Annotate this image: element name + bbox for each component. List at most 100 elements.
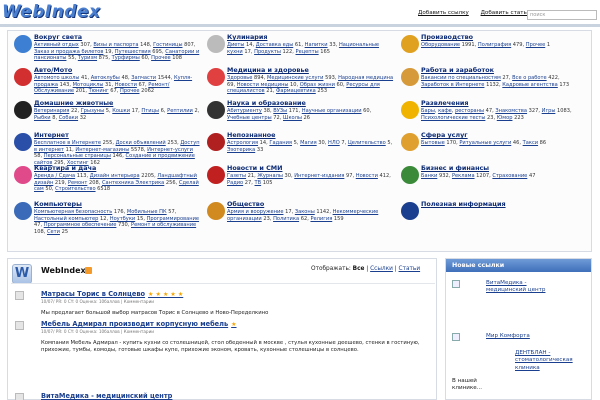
subcategory-link[interactable]: Народная медицина bbox=[338, 75, 393, 81]
subcategory-link[interactable]: Здоровье bbox=[227, 75, 252, 81]
subcategory-link[interactable]: Интернет-издания bbox=[294, 173, 344, 179]
chef-icon[interactable] bbox=[207, 35, 225, 53]
phone-icon[interactable] bbox=[401, 133, 419, 151]
subcategory-link[interactable]: Туризм bbox=[78, 55, 97, 61]
subcategory-list[interactable]: Банки 932, Реклама 1207, Страхование 47 bbox=[421, 173, 589, 180]
category-title[interactable]: Медицина и здоровье bbox=[227, 66, 395, 74]
site-logo[interactable]: WebIndex bbox=[2, 2, 100, 23]
sidebar-link[interactable]: ВитаМедика - медицинский центр bbox=[486, 280, 546, 295]
rss-icon[interactable] bbox=[85, 267, 92, 274]
category-title[interactable]: Квартира и дача bbox=[34, 164, 202, 172]
subcategory-link[interactable]: Абитуриенту bbox=[227, 108, 262, 114]
category-title[interactable]: Полезная информация bbox=[421, 200, 589, 208]
subcategory-link[interactable]: Персональные страницы bbox=[44, 153, 111, 159]
subcategory-link[interactable]: Знакомства bbox=[495, 108, 527, 114]
subcategory-link[interactable]: Продукты bbox=[254, 49, 281, 55]
add-link-link[interactable]: Добавить ссылку bbox=[418, 10, 469, 16]
subcategory-link[interactable]: Прочее bbox=[526, 42, 545, 48]
subcategory-link[interactable]: ТВ bbox=[255, 180, 262, 186]
post-title[interactable]: ВитаМедика - медицинский центр bbox=[41, 392, 172, 400]
subcategory-link[interactable]: Психологические тесты bbox=[421, 115, 485, 121]
subcategory-link[interactable]: Банки bbox=[421, 173, 437, 179]
subcategory-link[interactable]: Птицы bbox=[141, 108, 159, 114]
money-icon[interactable] bbox=[401, 166, 419, 184]
filter-all[interactable]: Все bbox=[353, 266, 365, 272]
category-title[interactable]: Кулинария bbox=[227, 33, 395, 41]
subcategory-link[interactable]: Юмор bbox=[497, 115, 513, 121]
x-icon[interactable] bbox=[207, 133, 225, 151]
category-title[interactable]: Вокруг света bbox=[34, 33, 202, 41]
subcategory-link[interactable]: Мотоциклы bbox=[73, 82, 104, 88]
subcategory-link[interactable]: Ремонт bbox=[68, 180, 87, 186]
category-title[interactable]: Работа и заработок bbox=[421, 66, 589, 74]
category-title[interactable]: Компьютеры bbox=[34, 200, 202, 208]
subcategory-link[interactable]: Вакансии по специальностям bbox=[421, 75, 501, 81]
subcategory-link[interactable]: Политика bbox=[273, 216, 299, 222]
subcategory-link[interactable]: Путешествия bbox=[115, 49, 151, 55]
filter-links[interactable]: Ссылки bbox=[370, 266, 393, 272]
subcategory-link[interactable]: Бесплатное в Интернете bbox=[34, 140, 101, 146]
subcategory-link[interactable]: Полиграфия bbox=[478, 42, 511, 48]
paw-icon[interactable] bbox=[14, 101, 32, 119]
graduation-cap-icon[interactable] bbox=[207, 101, 225, 119]
subcategory-link[interactable]: Заработок в Интернете bbox=[421, 82, 484, 88]
subcategory-link[interactable]: Доски объявлений bbox=[116, 140, 166, 146]
subcategory-list[interactable]: Бесплатное в Интернете 255, Доски объявл… bbox=[34, 140, 202, 167]
subcategory-list[interactable]: Ветеринария 22, Грызуны 5, Кошки 17, Пти… bbox=[34, 108, 202, 121]
subcategory-link[interactable]: Рыбки bbox=[34, 115, 51, 121]
category-title[interactable]: Авто/Мото bbox=[34, 66, 202, 74]
subcategory-link[interactable]: Мобильные ПК bbox=[127, 209, 167, 215]
subcategory-link[interactable]: Напитки bbox=[305, 42, 328, 48]
subcategory-link[interactable]: Газеты bbox=[227, 173, 246, 179]
medical-icon[interactable] bbox=[207, 68, 225, 86]
subcategory-link[interactable]: НЛО bbox=[328, 140, 340, 146]
subcategory-link[interactable]: Автоклубы bbox=[91, 75, 120, 81]
subcategory-list[interactable]: Здоровье 894, Медицинские услуги 593, На… bbox=[227, 75, 395, 95]
subcategory-link[interactable]: Бытовые bbox=[421, 140, 445, 146]
category-title[interactable]: Сфера услуг bbox=[421, 131, 589, 139]
subcategory-link[interactable]: Такси bbox=[523, 140, 538, 146]
add-article-link[interactable]: Добавить статью bbox=[481, 10, 532, 16]
subcategory-link[interactable]: Страхование bbox=[492, 173, 527, 179]
subcategory-list[interactable]: Вакансии по специальностям 27, Все о раб… bbox=[421, 75, 589, 88]
subcategory-link[interactable]: Бары bbox=[421, 108, 435, 114]
subcategory-link[interactable]: Образ жизни bbox=[300, 82, 335, 88]
subcategory-link[interactable]: Автомото школы bbox=[34, 75, 79, 81]
subcategory-link[interactable]: Дизайн интерьера bbox=[90, 173, 140, 179]
category-title[interactable]: Развлечения bbox=[421, 99, 589, 107]
subcategory-link[interactable]: рестораны bbox=[455, 108, 484, 114]
subcategory-link[interactable]: Визы и паспорта bbox=[93, 42, 138, 48]
subcategory-list[interactable]: Бары, кафе, рестораны 47, Знакомства 327… bbox=[421, 108, 589, 121]
subcategory-link[interactable]: Магия bbox=[300, 140, 317, 146]
subcategory-link[interactable]: Интернет-магазины bbox=[75, 147, 129, 153]
subcategory-link[interactable]: Рептилии bbox=[167, 108, 193, 114]
category-title[interactable]: Непознанное bbox=[227, 131, 395, 139]
sidebar-link[interactable]: ДЕНТБЛАН - стоматологическая клиника bbox=[515, 350, 590, 372]
subcategory-list[interactable]: Диеты 14, Доставка еды 61, Напитки 33, Н… bbox=[227, 42, 395, 55]
subcategory-link[interactable]: Настольный компьютер bbox=[34, 216, 98, 222]
subcategory-link[interactable]: Научные организации bbox=[302, 108, 362, 114]
car-icon[interactable] bbox=[14, 68, 32, 86]
category-title[interactable]: Новости и СМИ bbox=[227, 164, 395, 172]
category-title[interactable]: Домашние животные bbox=[34, 99, 202, 107]
subcategory-link[interactable]: Сети bbox=[47, 229, 60, 235]
subcategory-link[interactable]: Оборудование bbox=[421, 42, 460, 48]
subcategory-list[interactable]: Оборудование 1991, Полиграфия 479, Проче… bbox=[421, 42, 589, 49]
subcategory-link[interactable]: Журналы bbox=[257, 173, 282, 179]
subcategory-link[interactable]: Диеты bbox=[227, 42, 244, 48]
subcategory-list[interactable]: Компьютерная безопасность 176, Мобильные… bbox=[34, 209, 202, 236]
subcategory-link[interactable]: Тюнинг bbox=[89, 88, 109, 94]
category-title[interactable]: Производство bbox=[421, 33, 589, 41]
filter-articles[interactable]: Статьи bbox=[399, 266, 421, 272]
subcategory-link[interactable]: Эзотерика bbox=[227, 147, 255, 153]
subcategory-link[interactable]: кафе bbox=[438, 108, 452, 114]
subcategory-link[interactable]: Кошки bbox=[112, 108, 130, 114]
subcategory-list[interactable]: Армия и вооружение 17, Законы 1142, Неко… bbox=[227, 209, 395, 222]
info-icon[interactable] bbox=[401, 202, 419, 220]
subcategory-link[interactable]: Радио bbox=[227, 180, 243, 186]
gear-icon[interactable] bbox=[401, 35, 419, 53]
subcategory-link[interactable]: Армия и вооружение bbox=[227, 209, 283, 215]
news-icon[interactable] bbox=[207, 166, 225, 184]
briefcase-icon[interactable] bbox=[401, 68, 419, 86]
post-title[interactable]: Матрасы Торис в Солнцево ★ ★ ★ ★ ★ bbox=[41, 290, 183, 299]
